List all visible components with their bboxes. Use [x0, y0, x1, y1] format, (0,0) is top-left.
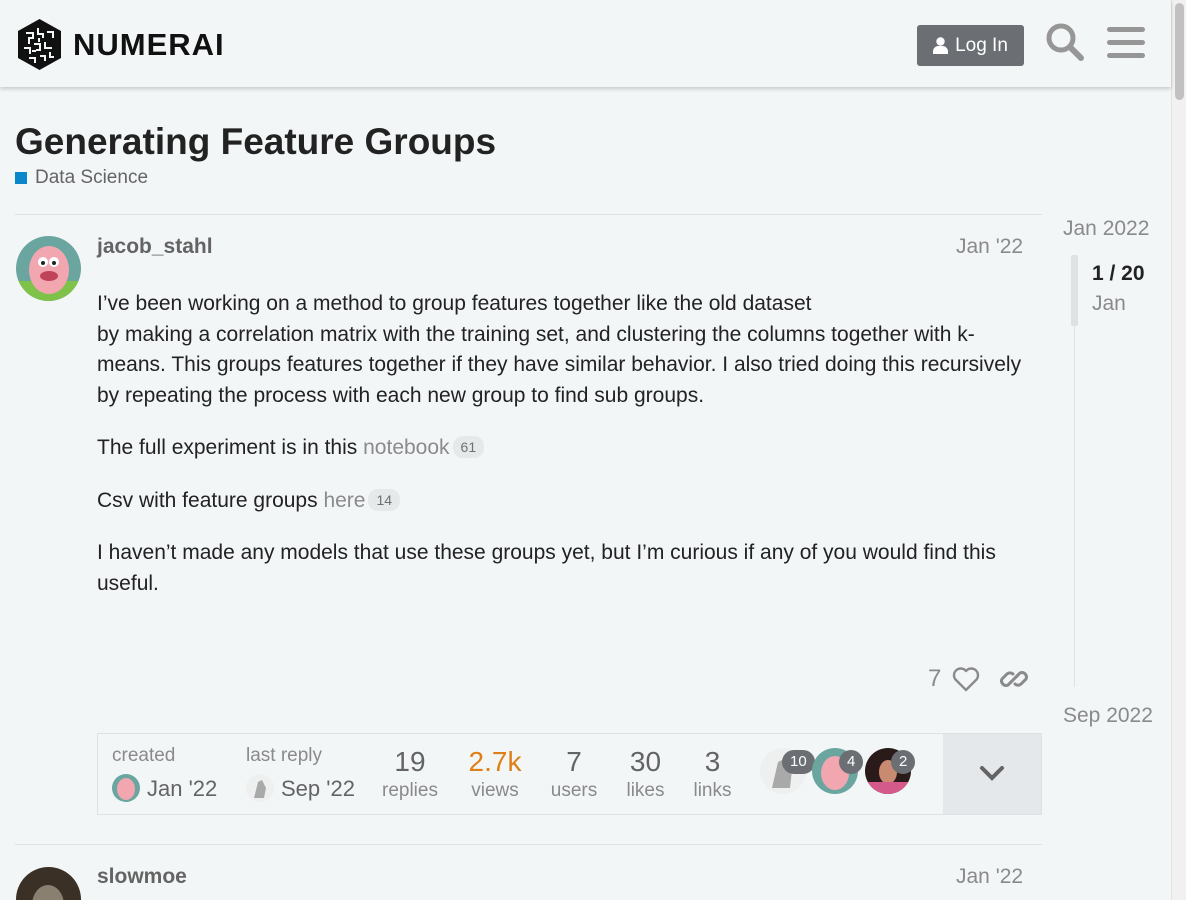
page-scrollbar[interactable] [1171, 0, 1186, 900]
avatar-image [112, 774, 140, 802]
likes-stat: 30 likes [626, 746, 665, 801]
timeline-handle[interactable] [1071, 255, 1078, 326]
link-icon[interactable] [1000, 665, 1028, 693]
logo-text: NUMERAI [73, 26, 225, 62]
topic-title: Generating Feature Groups [15, 121, 497, 162]
created-date[interactable]: Jan '22 [147, 776, 217, 802]
post-paragraph: Csv with feature groups here 14 [97, 486, 1027, 517]
participant-post-count: 2 [891, 750, 916, 774]
avatar-image [16, 867, 81, 900]
created-label: created [112, 745, 176, 766]
post-username[interactable]: jacob_stahl [97, 235, 213, 259]
post-body: I’ve been working on a method to group f… [97, 289, 1027, 621]
user-icon [933, 37, 949, 54]
views-stat: 2.7k views [468, 746, 522, 801]
site-header: NUMERAI Log In [0, 0, 1171, 87]
replies-stat: 19 replies [382, 746, 438, 801]
avatar-image [246, 774, 274, 802]
expand-topic-map-button[interactable] [943, 734, 1041, 814]
notebook-link[interactable]: notebook [363, 436, 449, 459]
search-icon[interactable] [1045, 22, 1085, 62]
category-name: Data Science [35, 167, 149, 188]
avatar[interactable] [16, 867, 81, 900]
participant-post-count: 10 [782, 750, 815, 774]
click-count-badge: 61 [452, 436, 485, 458]
last-reply-label: last reply [246, 745, 323, 766]
category-color-square [15, 172, 27, 184]
post-paragraph: The full experiment is in this notebook 6… [97, 433, 1027, 464]
numerai-logo[interactable]: NUMERAI [16, 18, 225, 71]
avatar[interactable] [112, 774, 140, 802]
avatar-image [16, 236, 81, 301]
scrollbar-thumb[interactable] [1175, 3, 1184, 100]
timeline-position: 1 / 20 [1092, 262, 1145, 285]
participant-post-count: 4 [839, 750, 864, 774]
post-divider [15, 214, 1042, 215]
heart-icon[interactable] [952, 666, 980, 692]
hamburger-menu-icon[interactable] [1107, 26, 1145, 60]
csv-link[interactable]: here [323, 489, 365, 512]
click-count-badge: 14 [368, 488, 401, 511]
post-paragraph: I’ve been working on a method to group f… [97, 292, 1022, 407]
post-username[interactable]: slowmoe [97, 865, 187, 889]
login-button[interactable]: Log In [917, 25, 1024, 66]
avatar[interactable] [16, 236, 81, 301]
avatar[interactable] [246, 774, 274, 802]
post-date[interactable]: Jan '22 [956, 865, 1023, 889]
last-reply-date[interactable]: Sep '22 [281, 776, 355, 802]
links-stat: 3 links [693, 746, 732, 801]
timeline-current-date: Jan [1092, 292, 1126, 315]
post-divider [15, 844, 1042, 845]
numerai-logo-icon [18, 19, 61, 70]
category-badge[interactable]: Data Science [15, 167, 148, 189]
topic-map: created Jan '22 last reply Sep '22 19 rep… [97, 733, 1042, 815]
users-stat: 7 users [550, 746, 598, 801]
post-date[interactable]: Jan '22 [956, 235, 1023, 259]
like-count[interactable]: 7 [928, 665, 941, 693]
login-label: Log In [955, 34, 1008, 56]
timeline-end-date[interactable]: Sep 2022 [1063, 704, 1153, 728]
post-paragraph: I haven’t made any models that use these… [97, 541, 996, 595]
timeline-start-date[interactable]: Jan 2022 [1063, 217, 1149, 241]
chevron-down-icon [980, 766, 1004, 781]
